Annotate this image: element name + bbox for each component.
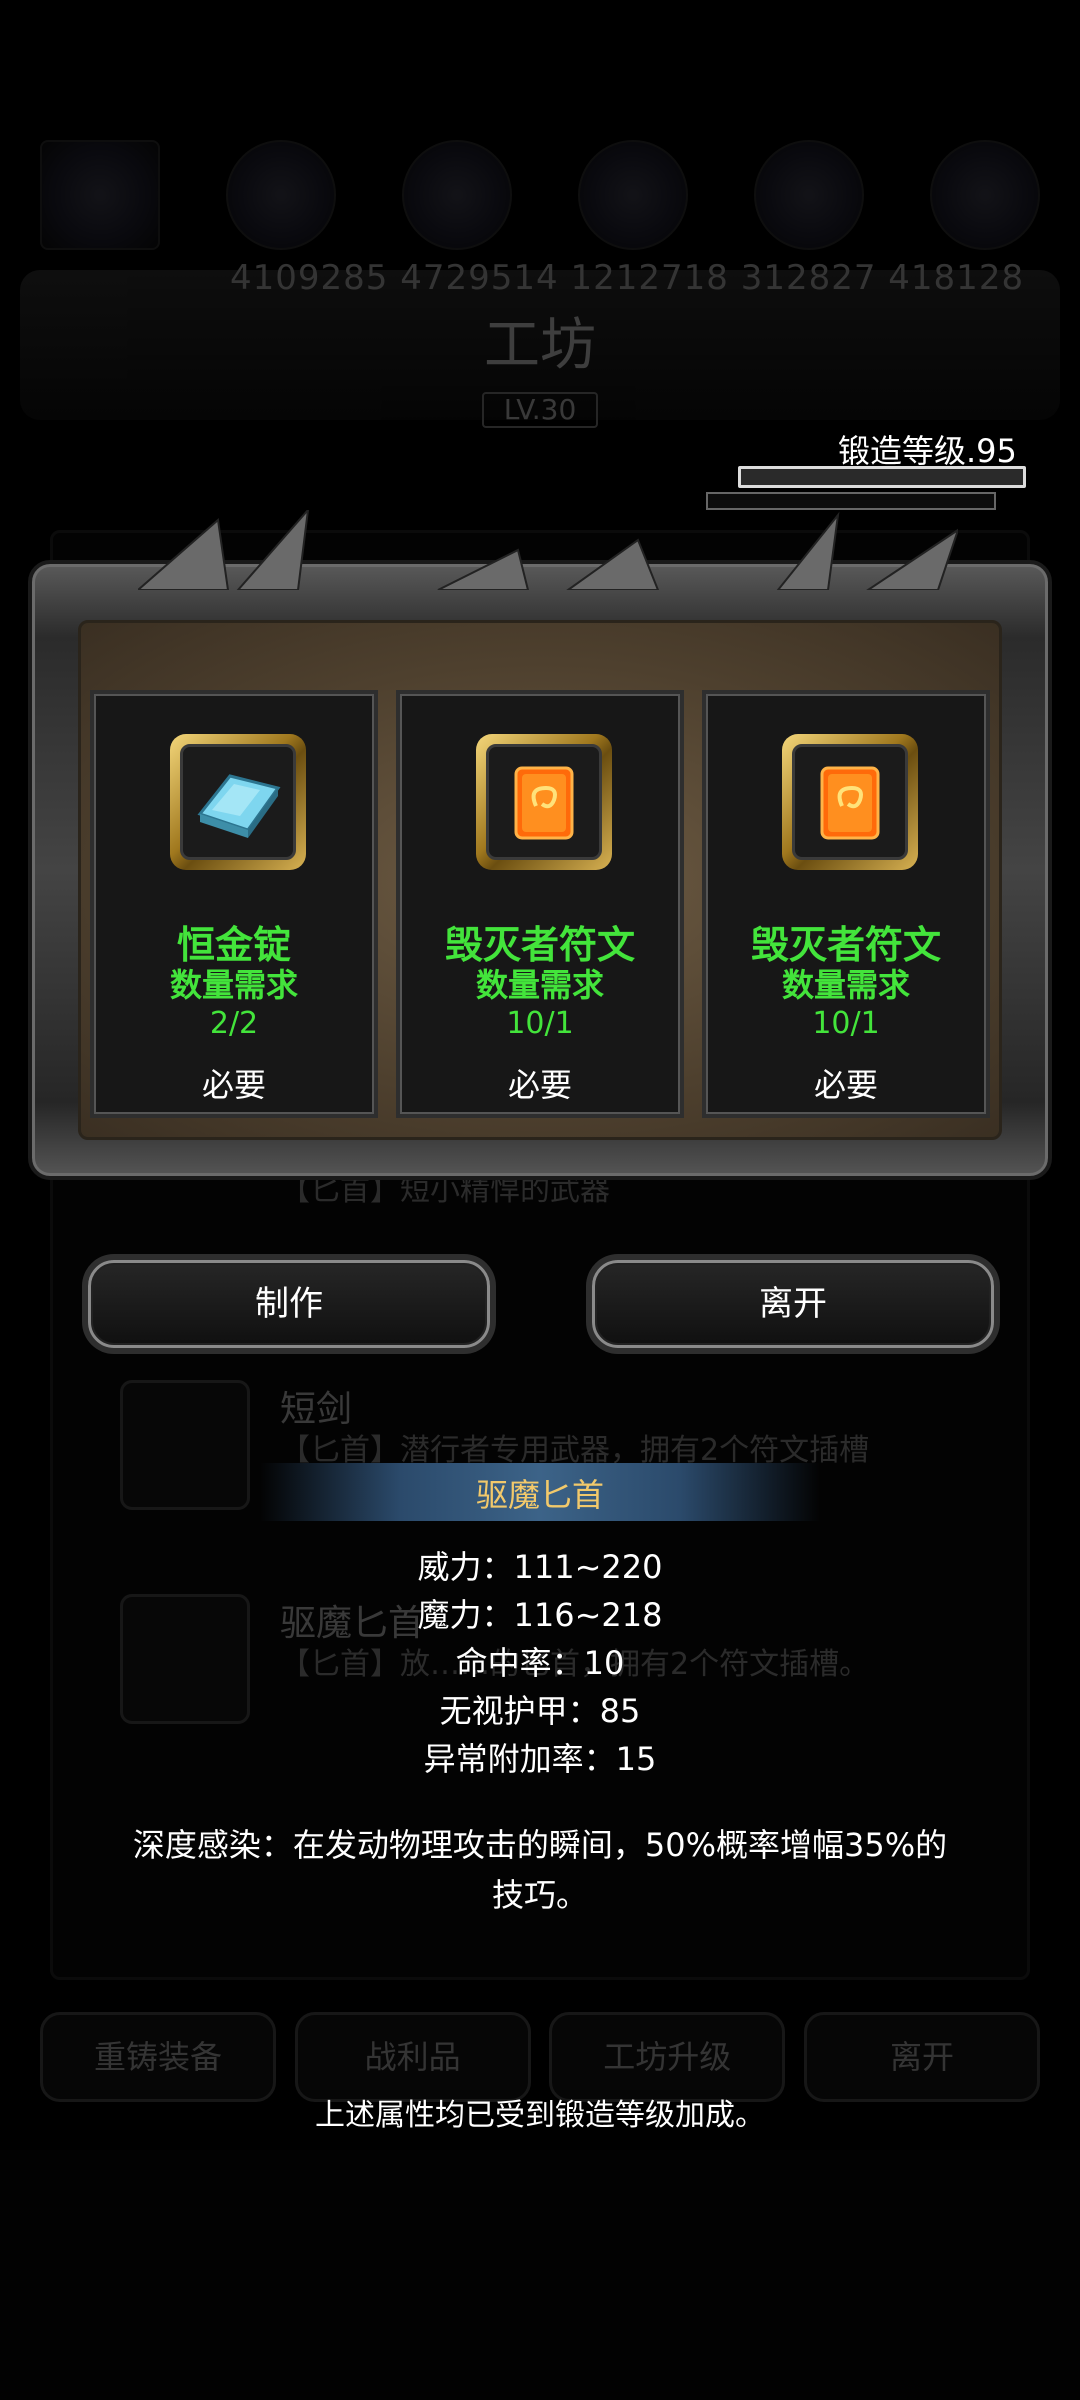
rune-icon xyxy=(820,766,880,840)
material-count: 10/1 xyxy=(812,1006,880,1041)
tab-reforge: 重铸装备 xyxy=(40,2012,276,2102)
resource-icon xyxy=(226,140,336,250)
item-stat-accuracy: 命中率：10 xyxy=(455,1644,625,1682)
item-stat-armor-ignore: 无视护甲：85 xyxy=(439,1692,641,1730)
resource-icon xyxy=(754,140,864,250)
material-icon-frame xyxy=(170,734,306,870)
list-item: 短剑 【匕首】潜行者专用武器，拥有2个符文插槽 xyxy=(70,1370,1010,1550)
material-required-tag: 必要 xyxy=(507,1066,572,1104)
background-level-badge: LV.30 xyxy=(482,392,598,428)
material-requirement-label: 数量需求 xyxy=(169,966,298,1004)
material-card: 毁灭者符文 数量需求 10/1 必要 xyxy=(396,690,684,1118)
tab-leave: 离开 xyxy=(803,2012,1040,2102)
background-resource-icons xyxy=(40,140,1040,270)
rune-icon xyxy=(514,766,574,840)
background-resource-numbers: 4109285 4729514 1212718 312827 418128 xyxy=(230,258,1025,298)
item-title: 驱魔匕首 xyxy=(475,1476,604,1514)
resource-icon xyxy=(578,140,688,250)
modal-spike-ornament xyxy=(138,510,958,590)
material-card: 毁灭者符文 数量需求 10/1 必要 xyxy=(702,690,990,1118)
background-tabs: 重铸装备 战利品 工坊升级 离开 xyxy=(40,2012,1040,2102)
background-title: 工坊 xyxy=(484,313,596,378)
tab-loot: 战利品 xyxy=(294,2012,531,2102)
material-count: 10/1 xyxy=(506,1006,574,1041)
resource-icon xyxy=(402,140,512,250)
ingot-icon xyxy=(197,774,281,838)
forge-sub-bar xyxy=(706,492,996,510)
material-card: 恒金锭 数量需求 2/2 必要 xyxy=(90,690,378,1118)
material-requirement-label: 数量需求 xyxy=(475,966,604,1004)
item-stat-power: 威力：111~220 xyxy=(417,1548,663,1586)
make-button[interactable]: 制作 xyxy=(88,1260,490,1348)
material-icon-frame xyxy=(782,734,918,870)
background-workshop-scene: 4109285 4729514 1212718 312827 418128 工坊… xyxy=(0,0,1080,2400)
item-stat-status-rate: 异常附加率：15 xyxy=(423,1740,657,1778)
item-effect-text: 深度感染：在发动物理攻击的瞬间，50%概率增幅35%的技巧。 xyxy=(132,1826,948,1914)
resource-icon xyxy=(930,140,1040,250)
material-required-tag: 必要 xyxy=(813,1066,878,1104)
material-required-tag: 必要 xyxy=(201,1066,266,1104)
forge-bonus-note: 上述属性均已受到锻造等级加成。 xyxy=(315,2098,765,2133)
material-requirement-label: 数量需求 xyxy=(781,966,910,1004)
material-cards: 恒金锭 数量需求 2/2 必要 毁灭者符文 数量需求 10/1 必要 毁灭者符文… xyxy=(90,690,990,1120)
resource-icon xyxy=(40,140,160,250)
leave-button[interactable]: 离开 xyxy=(592,1260,994,1348)
tab-upgrade: 工坊升级 xyxy=(549,2012,786,2102)
material-count: 2/2 xyxy=(209,1006,259,1041)
background-footer xyxy=(0,2150,1080,2400)
item-stat-magic: 魔力：116~218 xyxy=(417,1596,663,1634)
material-icon-frame xyxy=(476,734,612,870)
forge-level-bar xyxy=(738,466,1026,488)
